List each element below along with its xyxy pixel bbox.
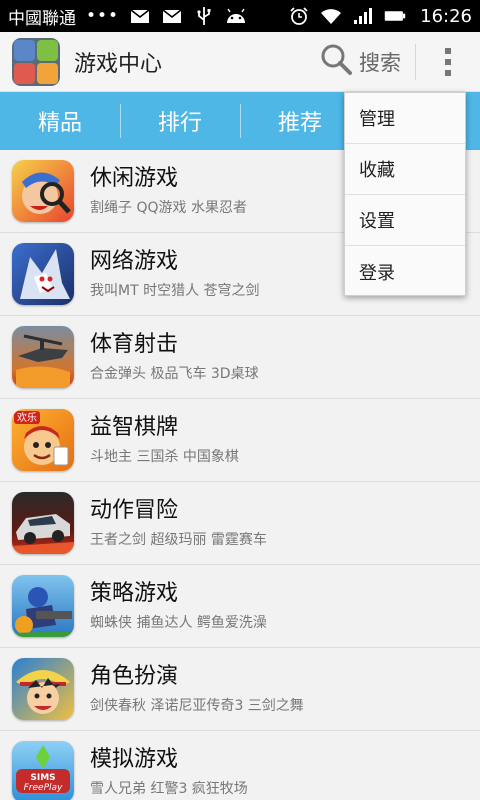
category-title: 模拟游戏 bbox=[90, 747, 179, 772]
list-item[interactable]: 体育射击 合金弹头 极品飞车 3D桌球 bbox=[0, 316, 480, 399]
category-title: 体育射击 bbox=[90, 332, 179, 357]
list-item[interactable]: SIMS FreePlay 模拟游戏 雪人兄弟 红警3 疯狂牧场 bbox=[0, 731, 480, 800]
category-subtitle: 蜘蛛侠 捕鱼达人 鳄鱼爱洗澡 bbox=[90, 615, 267, 631]
tab-recommended[interactable]: 推荐 bbox=[240, 92, 360, 150]
sims-icon-subtext: FreePlay bbox=[24, 783, 63, 793]
overflow-menu-button[interactable] bbox=[416, 32, 480, 92]
carrier-label: 中國聯通 bbox=[8, 8, 76, 29]
category-subtitle: 我叫MT 时空猎人 苍穹之剑 bbox=[90, 283, 260, 299]
overflow-dot-icon bbox=[445, 47, 451, 54]
category-subtitle: 雪人兄弟 红警3 疯狂牧场 bbox=[90, 781, 248, 797]
overflow-dot-icon bbox=[445, 69, 451, 76]
strategy-game-icon bbox=[12, 575, 74, 637]
menu-item-manage[interactable]: 管理 bbox=[345, 93, 465, 144]
status-bar: 中國聯通 ••• 16:26 bbox=[0, 0, 480, 32]
category-title: 网络游戏 bbox=[90, 249, 179, 274]
notification-dots: ••• bbox=[86, 6, 120, 26]
mail-icon bbox=[161, 7, 183, 25]
search-label: 搜索 bbox=[359, 50, 401, 75]
rpg-icon bbox=[12, 658, 74, 720]
category-subtitle: 割绳子 QQ游戏 水果忍者 bbox=[90, 200, 247, 216]
menu-item-login[interactable]: 登录 bbox=[345, 246, 465, 297]
wifi-icon bbox=[320, 7, 342, 25]
tab-ranking[interactable]: 排行 bbox=[120, 92, 240, 150]
list-item[interactable]: 动作冒险 王者之剑 超级玛丽 雷霆赛车 bbox=[0, 482, 480, 565]
list-item[interactable]: 策略游戏 蜘蛛侠 捕鱼达人 鳄鱼爱洗澡 bbox=[0, 565, 480, 648]
category-subtitle: 合金弹头 极品飞车 3D桌球 bbox=[90, 366, 259, 382]
alarm-icon bbox=[288, 7, 310, 25]
overflow-dot-icon bbox=[445, 58, 451, 65]
category-title: 益智棋牌 bbox=[90, 415, 179, 440]
puzzle-cards-icon: 欢乐 bbox=[12, 409, 74, 471]
category-title: 角色扮演 bbox=[90, 664, 179, 689]
battery-icon bbox=[384, 7, 406, 25]
app-title: 游戏中心 bbox=[74, 51, 163, 77]
category-title: 动作冒险 bbox=[90, 498, 179, 523]
puzzle-icon-text: 欢乐 bbox=[17, 411, 37, 424]
category-subtitle: 斗地主 三国杀 中国象棋 bbox=[90, 449, 239, 465]
casual-game-icon bbox=[12, 160, 74, 222]
category-subtitle: 剑侠春秋 泽诺尼亚传奇3 三剑之舞 bbox=[90, 698, 304, 714]
overflow-popup-menu: 管理 收藏 设置 登录 bbox=[344, 92, 466, 296]
mail-icon bbox=[129, 7, 151, 25]
tab-featured[interactable]: 精品 bbox=[0, 92, 120, 150]
sims-icon-text: SIMS bbox=[30, 773, 55, 783]
menu-item-favorites[interactable]: 收藏 bbox=[345, 144, 465, 195]
list-item[interactable]: 角色扮演 剑侠春秋 泽诺尼亚传奇3 三剑之舞 bbox=[0, 648, 480, 731]
android-icon bbox=[225, 7, 247, 25]
category-subtitle: 王者之剑 超级玛丽 雷霆赛车 bbox=[90, 532, 267, 548]
menu-item-settings[interactable]: 设置 bbox=[345, 195, 465, 246]
sports-shooting-icon bbox=[12, 326, 74, 388]
action-bar: 游戏中心 搜索 bbox=[0, 32, 480, 92]
signal-icon bbox=[352, 7, 374, 25]
category-title: 休闲游戏 bbox=[90, 166, 179, 191]
action-adventure-icon bbox=[12, 492, 74, 554]
game-center-logo-icon[interactable] bbox=[12, 37, 60, 86]
simulation-game-icon: SIMS FreePlay bbox=[12, 741, 74, 800]
category-title: 策略游戏 bbox=[90, 581, 179, 606]
search-button[interactable]: 搜索 bbox=[305, 32, 415, 92]
search-icon bbox=[319, 42, 353, 81]
usb-icon bbox=[193, 7, 215, 25]
online-game-icon bbox=[12, 243, 74, 305]
status-time: 16:26 bbox=[420, 5, 472, 27]
list-item[interactable]: 欢乐 益智棋牌 斗地主 三国杀 中国象棋 bbox=[0, 399, 480, 482]
